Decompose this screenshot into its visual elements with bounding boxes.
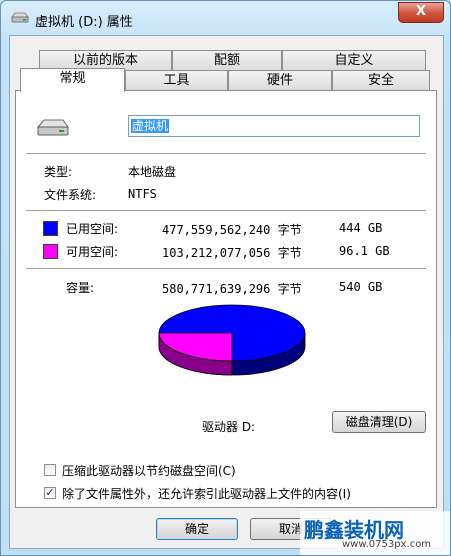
tab-security[interactable]: 安全 xyxy=(332,70,430,90)
tab-quota[interactable]: 配额 xyxy=(172,50,282,70)
ok-button[interactable]: 确定 xyxy=(156,518,238,540)
type-value: 本地磁盘 xyxy=(128,165,177,179)
used-space-swatch xyxy=(43,221,58,236)
free-space-size: 96.1 GB xyxy=(339,244,390,258)
tab-tools[interactable]: 工具 xyxy=(125,70,228,90)
filesystem-label: 文件系统: xyxy=(44,188,97,202)
drive-label: 驱动器 D: xyxy=(202,420,256,434)
index-option-label[interactable]: 除了文件属性外，还允许索引此驱动器上文件的内容(I) xyxy=(62,485,351,502)
disk-usage-pie-chart xyxy=(158,304,306,376)
free-space-swatch xyxy=(43,244,58,259)
hard-drive-icon xyxy=(36,119,69,136)
site-watermark: 鹏鑫装机网 www.0753px.com xyxy=(300,511,450,555)
used-space-label: 已用空间: xyxy=(66,222,119,236)
volume-name-text: 虚拟机 xyxy=(131,119,170,133)
capacity-label: 容量: xyxy=(66,281,95,295)
separator xyxy=(26,153,426,155)
separator xyxy=(26,268,426,270)
volume-name-input[interactable]: 虚拟机 xyxy=(128,115,420,137)
title-bar[interactable]: 虚拟机 (D:) 属性 X xyxy=(1,1,450,35)
tab-hardware[interactable]: 硬件 xyxy=(228,70,332,90)
properties-window: 虚拟机 (D:) 属性 X 以前的版本 配额 自定义 常规 工具 硬件 安全 虚… xyxy=(0,0,451,556)
drive-icon xyxy=(11,12,29,23)
window-title: 虚拟机 (D:) 属性 xyxy=(35,15,133,30)
dialog-client: 以前的版本 配额 自定义 常规 工具 硬件 安全 虚拟机 类型: 本地磁盘 文件… xyxy=(9,35,444,549)
free-space-bytes: 103,212,077,056 字节 xyxy=(162,246,302,260)
close-icon: X xyxy=(415,4,427,19)
type-label: 类型: xyxy=(44,165,73,179)
separator xyxy=(26,210,426,212)
disk-cleanup-button[interactable]: 磁盘清理(D) xyxy=(332,411,426,433)
capacity-bytes: 580,771,639,296 字节 xyxy=(162,282,302,296)
general-panel: 虚拟机 类型: 本地磁盘 文件系统: NTFS 已用空间: 477,559,56… xyxy=(15,90,437,508)
free-space-label: 可用空间: xyxy=(66,245,119,259)
index-checkbox[interactable]: ✓ xyxy=(44,487,56,499)
compress-option-label[interactable]: 压缩此驱动器以节约磁盘空间(C) xyxy=(62,462,236,479)
close-button[interactable]: X xyxy=(398,2,444,23)
tab-previous-versions[interactable]: 以前的版本 xyxy=(39,50,172,70)
capacity-size: 540 GB xyxy=(339,280,383,294)
tab-customize[interactable]: 自定义 xyxy=(282,50,426,70)
filesystem-value: NTFS xyxy=(128,187,157,201)
used-space-size: 444 GB xyxy=(339,221,383,235)
used-space-bytes: 477,559,562,240 字节 xyxy=(162,223,302,237)
compress-checkbox[interactable] xyxy=(44,464,56,476)
tab-general[interactable]: 常规 xyxy=(20,68,125,92)
watermark-url: www.0753px.com xyxy=(342,539,432,550)
